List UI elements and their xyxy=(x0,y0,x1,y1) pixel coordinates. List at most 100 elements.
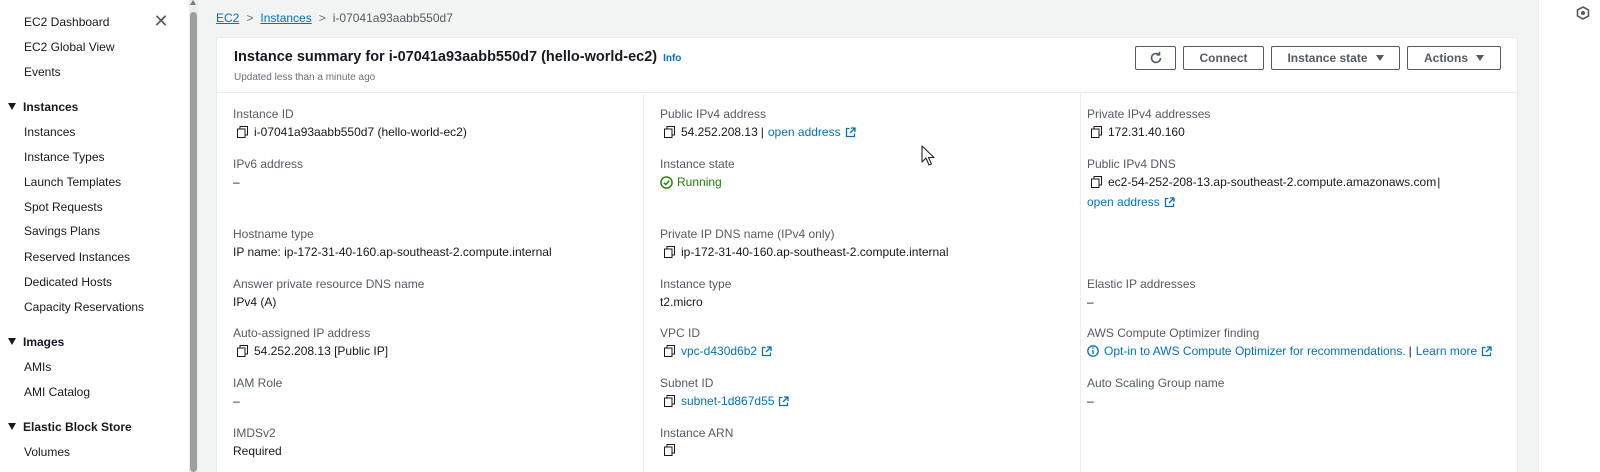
sidebar-item-amis[interactable]: AMIs xyxy=(24,360,51,374)
column-divider xyxy=(1080,94,1081,472)
asg-name-value: – xyxy=(1087,394,1094,408)
sidebar-section-label: Instances xyxy=(23,100,79,114)
chevron-right-icon: > xyxy=(318,11,326,25)
page-title: Instance summary for i-07041a93aabb550d7… xyxy=(234,49,681,65)
sidebar-item-launch-templates[interactable]: Launch Templates xyxy=(24,175,121,189)
external-link-icon xyxy=(779,395,790,406)
instance-type-value: t2.micro xyxy=(660,295,703,309)
copy-icon[interactable] xyxy=(1091,126,1102,138)
optimizer-opt-in-link[interactable]: Opt-in to AWS Compute Optimizer for reco… xyxy=(1104,344,1406,358)
instance-state-value: Running xyxy=(660,175,722,189)
sidebar-section-label: Images xyxy=(23,335,65,349)
public-ipv4-label: Public IPv4 address xyxy=(660,107,767,121)
copy-icon[interactable] xyxy=(664,246,675,258)
iam-role-value: – xyxy=(233,394,240,408)
caret-down-icon xyxy=(8,338,16,345)
subnet-id-link[interactable]: subnet-1d867d55 xyxy=(681,394,774,408)
sidebar-item-ec2-global-view[interactable]: EC2 Global View xyxy=(24,40,115,54)
elastic-ip-value: – xyxy=(1087,295,1094,309)
optimizer-value: Opt-in to AWS Compute Optimizer for reco… xyxy=(1087,344,1492,358)
ipv6-value: – xyxy=(233,175,240,189)
instance-state-label: Instance state xyxy=(1287,51,1368,65)
public-dns-label: Public IPv4 DNS xyxy=(1087,157,1176,171)
public-ipv4-text: 54.252.208.13 xyxy=(681,125,758,139)
vpc-id-link[interactable]: vpc-d430d6b2 xyxy=(681,344,757,358)
mouse-cursor-icon xyxy=(921,145,935,166)
public-dns-open-address: open address xyxy=(1087,195,1175,209)
sidebar-scrollbar[interactable] xyxy=(189,0,198,472)
open-address-link[interactable]: open address xyxy=(768,125,841,139)
copy-icon[interactable] xyxy=(1091,176,1102,188)
sidebar: EC2 Dashboard ✕ EC2 Global View Events I… xyxy=(0,0,198,472)
sidebar-section-images[interactable]: Images xyxy=(8,335,64,349)
check-circle-icon xyxy=(660,175,673,189)
public-ipv4-value: 54.252.208.13 | open address xyxy=(664,125,856,139)
sidebar-item-ami-catalog[interactable]: AMI Catalog xyxy=(24,385,90,399)
public-dns-value: ec2-54-252-208-13.ap-southeast-2.compute… xyxy=(1091,175,1440,189)
sidebar-item-savings-plans[interactable]: Savings Plans xyxy=(24,224,100,238)
instance-id-value: i-07041a93aabb550d7 (hello-world-ec2) xyxy=(237,125,467,139)
vpc-id-value: vpc-d430d6b2 xyxy=(664,344,772,358)
sidebar-section-instances[interactable]: Instances xyxy=(8,100,78,114)
refresh-button[interactable] xyxy=(1135,46,1176,70)
private-ipv4-value: 172.31.40.160 xyxy=(1091,125,1185,139)
sidebar-item-spot-requests[interactable]: Spot Requests xyxy=(24,200,103,214)
external-link-icon xyxy=(845,126,856,137)
settings-icon[interactable] xyxy=(1576,6,1590,20)
private-dns-value: ip-172-31-40-160.ap-southeast-2.compute.… xyxy=(664,245,949,259)
optimizer-label: AWS Compute Optimizer finding xyxy=(1087,326,1260,340)
updated-text: Updated less than a minute ago xyxy=(234,72,376,83)
private-dns-text: ip-172-31-40-160.ap-southeast-2.compute.… xyxy=(681,245,949,259)
copy-icon[interactable] xyxy=(664,395,675,407)
answer-dns-label: Answer private resource DNS name xyxy=(233,277,425,291)
caret-down-icon xyxy=(1476,55,1484,61)
sidebar-item-capacity-reservations[interactable]: Capacity Reservations xyxy=(24,300,144,314)
imdsv2-value: Required xyxy=(233,444,282,458)
breadcrumb-ec2[interactable]: EC2 xyxy=(216,11,239,25)
breadcrumb-instances[interactable]: Instances xyxy=(260,11,311,25)
actions-button[interactable]: Actions xyxy=(1407,46,1501,70)
scroll-up-arrow-icon[interactable] xyxy=(190,0,196,5)
ipv6-label: IPv6 address xyxy=(233,157,304,171)
private-ipv4-label: Private IPv4 addresses xyxy=(1087,107,1211,121)
copy-icon[interactable] xyxy=(664,126,675,138)
iam-role-label: IAM Role xyxy=(233,376,283,390)
connect-button[interactable]: Connect xyxy=(1183,46,1264,70)
instance-state-button[interactable]: Instance state xyxy=(1271,46,1400,70)
copy-icon[interactable] xyxy=(237,345,248,357)
private-ipv4-text: 172.31.40.160 xyxy=(1108,125,1185,139)
instance-state-field-label: Instance state xyxy=(660,157,735,171)
instance-id-text: i-07041a93aabb550d7 (hello-world-ec2) xyxy=(254,125,467,139)
sidebar-item-reserved-instances[interactable]: Reserved Instances xyxy=(24,250,130,264)
sidebar-section-elastic-block-store[interactable]: Elastic Block Store xyxy=(8,420,132,434)
private-dns-label: Private IP DNS name (IPv4 only) xyxy=(660,227,835,241)
copy-icon[interactable] xyxy=(237,126,248,138)
open-address-link[interactable]: open address xyxy=(1087,195,1160,209)
sidebar-item-instance-types[interactable]: Instance Types xyxy=(24,150,105,164)
sidebar-item-volumes[interactable]: Volumes xyxy=(24,445,70,459)
copy-icon[interactable] xyxy=(664,345,675,357)
title-text: Instance summary for i-07041a93aabb550d7… xyxy=(234,49,658,65)
sidebar-item-events[interactable]: Events xyxy=(24,65,61,79)
info-link[interactable]: Info xyxy=(663,53,681,64)
info-icon xyxy=(1087,345,1099,357)
card-header: Instance summary for i-07041a93aabb550d7… xyxy=(217,38,1517,93)
actions-label: Actions xyxy=(1423,51,1468,65)
running-status: Running xyxy=(677,175,722,189)
public-dns-text: ec2-54-252-208-13.ap-southeast-2.compute… xyxy=(1108,175,1437,189)
close-icon[interactable]: ✕ xyxy=(153,12,169,30)
breadcrumb-current: i-07041a93aabb550d7 xyxy=(332,11,453,25)
refresh-icon xyxy=(1150,51,1161,64)
sidebar-item-dedicated-hosts[interactable]: Dedicated Hosts xyxy=(24,275,112,289)
copy-icon[interactable] xyxy=(664,444,675,456)
right-rail xyxy=(1538,0,1600,472)
external-link-icon xyxy=(1482,345,1492,356)
learn-more-link[interactable]: Learn more xyxy=(1416,344,1477,358)
vpc-id-label: VPC ID xyxy=(660,326,701,340)
answer-dns-value: IPv4 (A) xyxy=(233,295,277,309)
scrollbar-thumb[interactable] xyxy=(190,12,197,472)
breadcrumb: EC2 > Instances > i-07041a93aabb550d7 xyxy=(216,11,453,25)
sidebar-item-ec2-dashboard[interactable]: EC2 Dashboard xyxy=(24,15,109,29)
caret-down-icon xyxy=(1375,55,1384,61)
sidebar-item-instances[interactable]: Instances xyxy=(24,125,75,139)
